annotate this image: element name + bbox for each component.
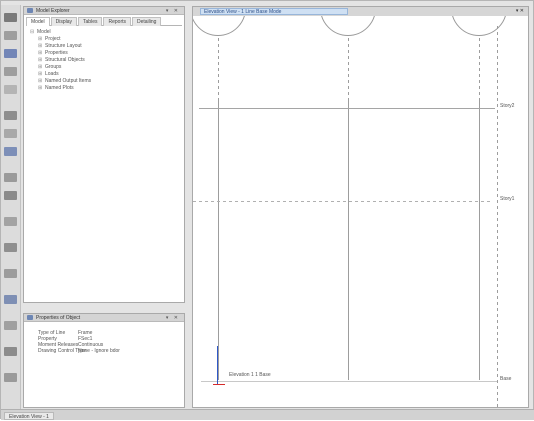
expand-icon[interactable]: ⊞ [38, 71, 45, 78]
property-value: None - Ignore bdor [78, 348, 120, 354]
grid-line [348, 38, 349, 100]
left-toolbar [1, 5, 21, 409]
property-row[interactable]: Drawing Control Type None - Ignore bdor [38, 348, 120, 354]
tab-display[interactable]: Display [50, 17, 78, 26]
draw-reference-icon[interactable] [4, 321, 17, 330]
tree-item-project[interactable]: ⊞ Project [30, 36, 91, 43]
tab-detailing[interactable]: Detailing [132, 17, 162, 26]
tree-item-named-output-items[interactable]: ⊞ Named Output Items [30, 78, 91, 85]
draw-opening-icon[interactable] [4, 217, 17, 226]
explorer-tabs: Model Display Tables Reports Detailing [26, 17, 182, 26]
tab-tables[interactable]: Tables [78, 17, 103, 26]
properties-title: Properties of Object [36, 314, 81, 321]
grid-line [479, 38, 480, 100]
beam-line[interactable] [199, 108, 495, 109]
tree-item-label: Named Plots [45, 85, 74, 91]
model-explorer-titlebar[interactable]: Model Explorer ▾ ✕ [24, 7, 184, 15]
axis-label: Elevation 1 1 Base [229, 372, 271, 378]
tab-model[interactable]: Model [26, 17, 50, 26]
expand-icon[interactable]: ⊞ [38, 78, 45, 85]
model-explorer-panel: Model Explorer ▾ ✕ Model Display Tables … [23, 6, 185, 303]
tree-item-structure-layout[interactable]: ⊞ Structure Layout [30, 43, 91, 50]
properties-grid: Type of Line Frame Property FSec1 Moment R… [38, 330, 120, 354]
expand-icon[interactable]: ⊞ [38, 50, 45, 57]
expand-icon[interactable]: ⊞ [38, 85, 45, 92]
tree-item-loads[interactable]: ⊞ Loads [30, 71, 91, 78]
tree-item-label: Properties [45, 50, 68, 56]
draw-beam-icon[interactable] [4, 111, 17, 120]
view-tab[interactable]: Elevation View - 1 Line Base Mode [200, 8, 348, 15]
collapse-icon[interactable]: ⊟ [30, 29, 37, 36]
draw-dimension-icon[interactable] [4, 295, 17, 304]
draw-frame-icon[interactable] [4, 67, 17, 76]
drawing-canvas[interactable]: Story2 Story1 Base Elevation 1 1 Base [193, 16, 528, 407]
tab-reports[interactable]: Reports [103, 17, 131, 26]
draw-joint-icon[interactable] [4, 49, 17, 58]
expand-icon[interactable]: ⊞ [38, 64, 45, 71]
draw-area-icon[interactable] [4, 191, 17, 200]
story-label: Story2 [500, 103, 515, 109]
tree-item-properties[interactable]: ⊞ Properties [30, 50, 91, 57]
column-line[interactable] [348, 100, 349, 380]
tree-item-label: Structural Objects [45, 57, 85, 63]
grid-bubble[interactable] [320, 16, 376, 36]
story-line [193, 201, 493, 202]
panel-controls[interactable]: ▾ ✕ [166, 315, 180, 321]
story-label: Base [500, 376, 512, 382]
reshape-icon[interactable] [4, 31, 17, 40]
grid-line [218, 38, 219, 100]
draw-link-icon[interactable] [4, 243, 17, 252]
tree-item-label: Named Output Items [45, 78, 92, 84]
tree-root[interactable]: ⊟ Model [30, 29, 91, 36]
column-line[interactable] [218, 100, 219, 380]
explorer-icon [27, 8, 33, 13]
grid-bubble[interactable] [451, 16, 507, 36]
properties-icon [27, 315, 33, 320]
pointer-icon[interactable] [4, 13, 17, 22]
grid-line [497, 26, 498, 407]
draw-tendon-icon[interactable] [4, 269, 17, 278]
base-line [201, 381, 497, 382]
expand-icon[interactable]: ⊞ [38, 36, 45, 43]
model-tree: ⊟ Model ⊞ Project ⊞ Structure Layout ⊞ Prope… [30, 29, 91, 92]
elevation-view-panel: Elevation View - 1 Line Base Mode ▾ ✕ St… [192, 6, 529, 408]
expand-icon[interactable]: ⊞ [38, 43, 45, 50]
model-explorer-title: Model Explorer [36, 7, 70, 14]
column-line[interactable] [479, 100, 480, 380]
grid-bubble[interactable] [193, 16, 246, 36]
tree-item-label: Structure Layout [45, 43, 82, 49]
tree-item-label: Project [45, 36, 61, 42]
story-label: Story1 [500, 196, 515, 202]
view-controls[interactable]: ▾ ✕ [513, 8, 524, 14]
draw-wall-icon[interactable] [4, 147, 17, 156]
tree-item-groups[interactable]: ⊞ Groups [30, 64, 91, 71]
draw-slab-icon[interactable] [4, 173, 17, 182]
tree-item-structural-objects[interactable]: ⊞ Structural Objects [30, 57, 91, 64]
x-axis-indicator [213, 384, 225, 385]
draw-brace-icon[interactable] [4, 85, 17, 94]
draw-developed-view-icon[interactable] [4, 373, 17, 382]
draw-column-icon[interactable] [4, 129, 17, 138]
property-key: Drawing Control Type [38, 348, 86, 354]
expand-icon[interactable]: ⊞ [38, 57, 45, 64]
tree-item-label: Groups [45, 64, 62, 70]
tree-item-named-plots[interactable]: ⊞ Named Plots [30, 85, 91, 92]
tree-root-label: Model [37, 29, 51, 35]
status-bar: Elevation View - 1 [1, 409, 534, 420]
y-axis-indicator [217, 346, 218, 384]
panel-controls[interactable]: ▾ ✕ [166, 8, 180, 14]
draw-section-cut-icon[interactable] [4, 347, 17, 356]
properties-titlebar[interactable]: Properties of Object ▾ ✕ [24, 314, 184, 322]
properties-panel: Properties of Object ▾ ✕ Type of Line Fra… [23, 313, 185, 408]
app-window: Model Explorer ▾ ✕ Model Display Tables … [0, 0, 534, 420]
view-tab-title: Elevation View - 1 Line Base Mode [204, 8, 282, 15]
tree-item-label: Loads [45, 71, 59, 77]
